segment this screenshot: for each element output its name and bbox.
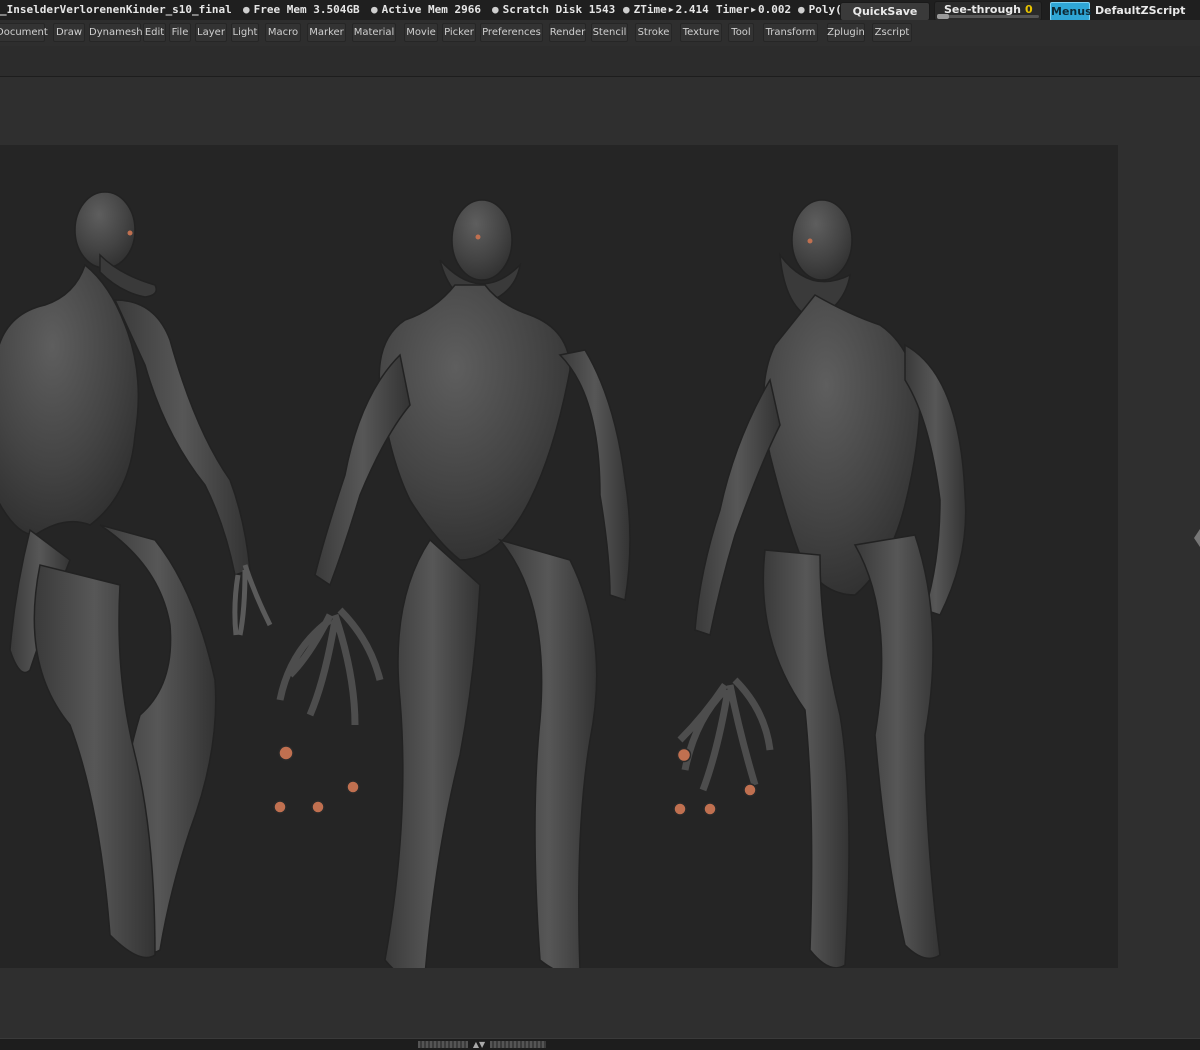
bottom-tray: ▲▼ bbox=[0, 1038, 1200, 1050]
menu-light[interactable]: Light bbox=[231, 23, 259, 42]
ztime-arrow-icon: ▶ bbox=[668, 5, 674, 14]
creature-figure-right bbox=[673, 199, 967, 968]
eye-marker bbox=[807, 238, 813, 244]
top-shelf bbox=[0, 46, 1200, 77]
see-through-slider[interactable]: See-through 0 bbox=[934, 1, 1042, 21]
active-mem-readout: ● Active Mem 2966 bbox=[371, 3, 481, 16]
menu-transform[interactable]: Transform bbox=[763, 23, 818, 42]
see-through-knob[interactable] bbox=[937, 14, 949, 19]
tentacle-eye bbox=[676, 747, 692, 763]
poly-readout: ● Poly( bbox=[798, 3, 842, 16]
menu-tool[interactable]: Tool bbox=[728, 23, 754, 42]
menu-zscript[interactable]: Zscript bbox=[872, 23, 912, 42]
menu-movie[interactable]: Movie bbox=[404, 23, 438, 42]
creature-figure-left bbox=[0, 191, 273, 959]
document-canvas[interactable] bbox=[0, 145, 1118, 968]
free-mem-readout: ● Free Mem 3.504GB bbox=[243, 3, 360, 16]
tentacle-eye bbox=[346, 780, 360, 794]
menu-layer[interactable]: Layer bbox=[195, 23, 227, 42]
menu-texture[interactable]: Texture bbox=[680, 23, 722, 42]
menu-stroke[interactable]: Stroke bbox=[635, 23, 672, 42]
canvas-area bbox=[0, 77, 1200, 1038]
eye-marker bbox=[475, 234, 481, 240]
eye-marker bbox=[127, 230, 133, 236]
menu-document[interactable]: Document bbox=[0, 23, 48, 42]
see-through-track[interactable] bbox=[937, 14, 1039, 19]
menu-edit[interactable]: Edit bbox=[143, 23, 166, 42]
menu-zplugin[interactable]: Zplugin bbox=[827, 23, 865, 42]
menu-draw[interactable]: Draw bbox=[53, 23, 85, 42]
timer-readout: Timer ▶ 0.002 bbox=[716, 3, 791, 16]
quicksave-button[interactable]: QuickSave bbox=[840, 2, 930, 21]
menu-preferences[interactable]: Preferences bbox=[480, 23, 543, 42]
collapse-arrow-icon[interactable]: ▲▼ bbox=[468, 1040, 490, 1049]
menu-stencil[interactable]: Stencil bbox=[591, 23, 628, 42]
poly-label: Poly( bbox=[808, 3, 842, 16]
menus-button[interactable]: Menus bbox=[1050, 2, 1092, 21]
menu-file[interactable]: File bbox=[169, 23, 191, 42]
ztime-readout: ● ZTime ▶ 2.414 bbox=[623, 3, 709, 16]
scratch-disk-label: Scratch Disk 1543 bbox=[502, 3, 616, 16]
menu-render[interactable]: Render bbox=[549, 23, 586, 42]
tentacle-eye bbox=[703, 802, 717, 816]
timer-value: 0.002 bbox=[757, 3, 792, 16]
ztime-label: ZTime bbox=[633, 3, 667, 16]
tentacle-eye bbox=[673, 802, 687, 816]
free-mem-label: Free Mem 3.504GB bbox=[253, 3, 360, 16]
active-mem-label: Active Mem 2966 bbox=[381, 3, 481, 16]
sculpt-render bbox=[0, 191, 967, 968]
main-menu-bar: Document Draw Dynamesh Edit File Layer L… bbox=[0, 20, 1200, 46]
menu-picker[interactable]: Picker bbox=[442, 23, 476, 42]
tentacle-eye bbox=[311, 800, 325, 814]
scratch-disk-readout: ● Scratch Disk 1543 bbox=[492, 3, 616, 16]
menu-macro[interactable]: Macro bbox=[265, 23, 301, 42]
ztime-value: 2.414 bbox=[675, 3, 709, 16]
menu-material[interactable]: Material bbox=[352, 23, 396, 42]
menu-marker[interactable]: Marker bbox=[307, 23, 346, 42]
tentacle-eye bbox=[273, 800, 287, 814]
timer-arrow-icon: ▶ bbox=[751, 5, 756, 14]
tentacle-eye bbox=[743, 783, 757, 797]
document-name: _InselderVerlorenenKinder_s10_final bbox=[0, 3, 232, 16]
default-zscript-label[interactable]: DefaultZScript bbox=[1095, 4, 1185, 17]
creature-figure-center bbox=[273, 199, 631, 968]
menu-dynamesh[interactable]: Dynamesh bbox=[89, 23, 143, 42]
tentacle-eye bbox=[278, 745, 294, 761]
timer-label: Timer bbox=[716, 3, 750, 16]
chevron-left-icon[interactable] bbox=[1194, 529, 1200, 547]
